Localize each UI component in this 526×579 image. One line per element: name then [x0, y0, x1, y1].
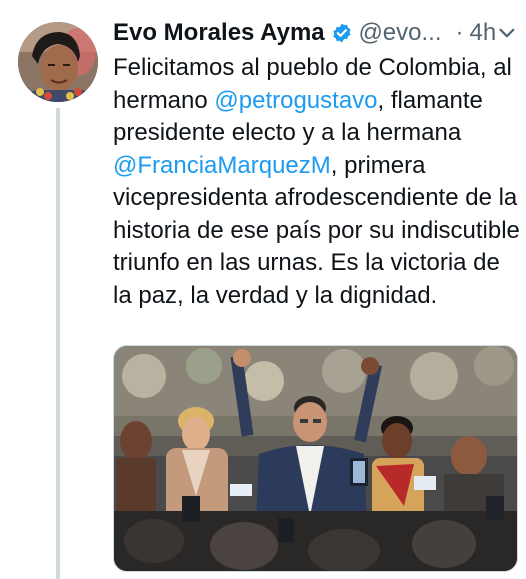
avatar-photo: [18, 22, 98, 102]
tweet-text: Felicitamos al pueblo de Colombia, al he…: [113, 52, 523, 312]
thread-line: [56, 108, 60, 579]
mention-link[interactable]: @petrogustavo: [214, 87, 377, 114]
media-photo: [114, 346, 517, 571]
tweet[interactable]: Evo Morales Ayma @evo... · 4h Felicitamo…: [0, 0, 526, 579]
timestamp[interactable]: 4h: [470, 19, 497, 47]
mention-link[interactable]: @FranciaMarquezM: [113, 152, 331, 179]
tweet-media[interactable]: [113, 345, 518, 572]
author-handle[interactable]: @evo...: [358, 19, 441, 47]
verified-badge-icon: [332, 23, 351, 43]
author-name[interactable]: Evo Morales Ayma: [113, 19, 325, 47]
separator-dot: ·: [455, 19, 464, 46]
avatar[interactable]: [18, 22, 98, 102]
tweet-header: Evo Morales Ayma @evo... · 4h: [113, 15, 518, 51]
chevron-down-icon[interactable]: [496, 22, 518, 44]
